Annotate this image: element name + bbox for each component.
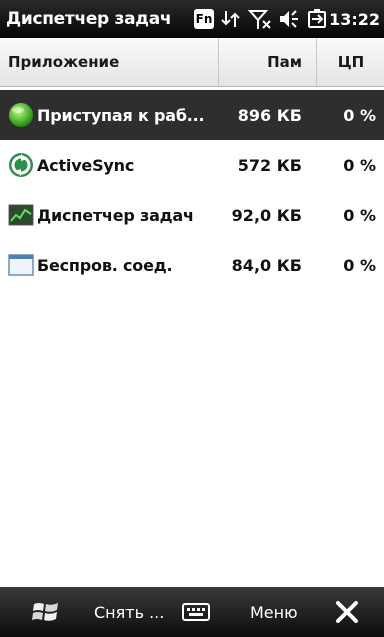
process-memory: 84,0 КБ: [231, 255, 302, 275]
process-cpu: 0 %: [343, 155, 376, 175]
process-row[interactable]: Беспров. соед. 84,0 КБ 0 %: [0, 240, 384, 290]
column-cpu[interactable]: ЦП: [316, 38, 384, 86]
column-memory[interactable]: Пам: [218, 38, 316, 86]
process-memory: 572 КБ: [237, 155, 302, 175]
process-cpu: 0 %: [343, 105, 376, 125]
process-cpu: 0 %: [343, 205, 376, 225]
data-connection-icon[interactable]: [220, 8, 242, 30]
column-header: Приложение Пам ЦП: [0, 38, 384, 87]
fn-icon[interactable]: Fn: [194, 9, 214, 29]
title-bar: Диспетчер задач Fn 13:22: [0, 0, 384, 38]
process-cpu: 0 %: [343, 255, 376, 275]
process-row[interactable]: ActiveSync 572 КБ 0 %: [0, 140, 384, 190]
process-name: Диспетчер задач: [37, 205, 194, 225]
process-list: Приступая к раб... 896 КБ 0 % ActiveSync…: [0, 90, 384, 290]
left-soft-key[interactable]: Снять ...: [94, 587, 164, 637]
wireless-icon: [8, 252, 34, 278]
close-icon[interactable]: [334, 587, 360, 637]
windows-start-icon[interactable]: [32, 587, 60, 637]
soft-key-bar: Снять ... Меню: [0, 587, 384, 637]
column-application[interactable]: Приложение: [8, 38, 119, 86]
battery-charging-icon[interactable]: [306, 8, 328, 30]
volume-icon[interactable]: [278, 8, 300, 30]
process-memory: 896 КБ: [237, 105, 302, 125]
process-row[interactable]: Приступая к раб... 896 КБ 0 %: [0, 90, 384, 140]
process-name: ActiveSync: [37, 155, 135, 175]
process-name: Приступая к раб...: [37, 105, 205, 125]
clock[interactable]: 13:22: [329, 10, 380, 29]
task-manager-icon: [8, 202, 34, 228]
window-title: Диспетчер задач: [6, 9, 172, 29]
process-name: Беспров. соед.: [37, 255, 173, 275]
activesync-icon: [8, 152, 34, 178]
no-signal-icon[interactable]: [248, 8, 272, 30]
menu-soft-key[interactable]: Меню: [250, 587, 298, 637]
getting-started-icon: [8, 102, 34, 128]
process-memory: 92,0 КБ: [231, 205, 302, 225]
keyboard-icon[interactable]: [182, 587, 210, 637]
process-row[interactable]: Диспетчер задач 92,0 КБ 0 %: [0, 190, 384, 240]
